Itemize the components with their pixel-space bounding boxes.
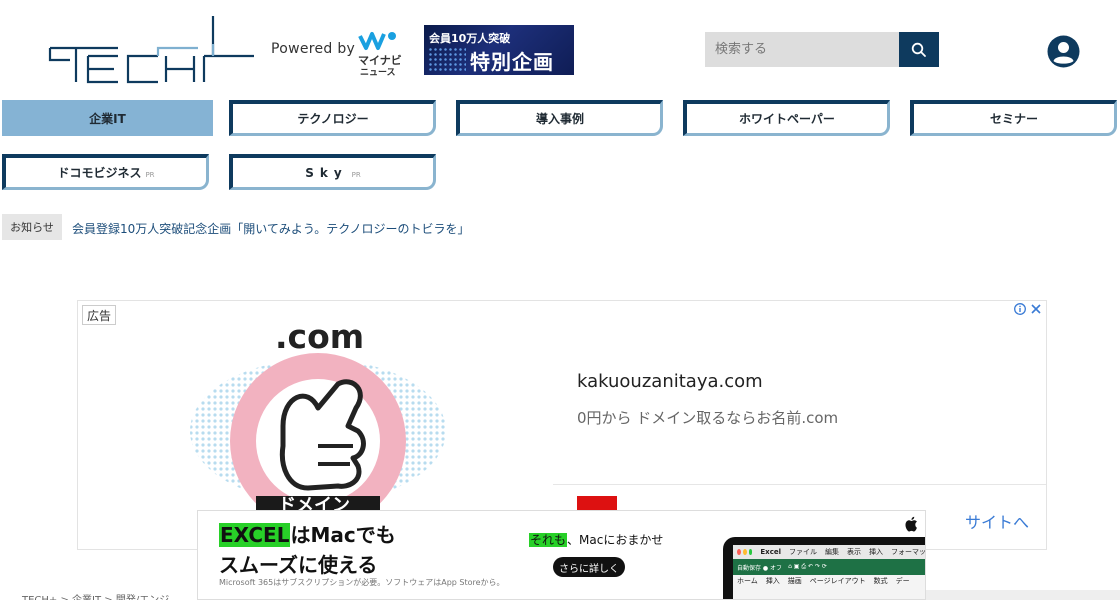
autosave-text: 自動保存 ● オフ — [737, 564, 783, 572]
menu-item: フォーマット — [890, 548, 926, 556]
search-icon — [911, 42, 926, 57]
ribbon-tab: 挿入 — [765, 577, 780, 585]
banner-pattern — [428, 47, 466, 71]
special-campaign-banner[interactable]: 会員10万人突破 特別企画 — [424, 25, 574, 75]
ad2-headline: EXCELはMacでも — [219, 523, 396, 547]
excel-mac-ad[interactable]: EXCELはMacでも スムーズに使える Microsoft 365はサブスクリ… — [197, 510, 926, 600]
ad2-tagline: それも、Macにおまかせ — [529, 531, 663, 548]
ad-label: 広告 — [82, 305, 117, 325]
mynavi-news-logo[interactable]: マイナビ ニュース — [356, 26, 402, 78]
excel-ribbon: ホーム 挿入 描画 ページレイアウト 数式 デー — [733, 575, 925, 587]
mac-menu-bar: Excel ファイル 編集 表示 挿入 フォーマット — [733, 545, 926, 559]
banner-line1: 会員10万人突破 — [429, 32, 511, 45]
sidebar-edge — [926, 590, 1120, 600]
nav-tab-seminars[interactable]: セミナー — [910, 100, 1117, 136]
ad-choices[interactable] — [1014, 303, 1042, 315]
toolbar-icons: ⌂ ▣ ⎙ ↶ ↷ ⟳ — [788, 563, 827, 570]
tech-plus-logo[interactable] — [48, 16, 258, 84]
nav-tab-sky[interactable]: Sky PR — [229, 154, 436, 190]
banner-line2: 特別企画 — [470, 50, 554, 74]
pr-badge: PR — [351, 170, 361, 179]
ad-visit-site-link[interactable]: サイトへ — [965, 509, 1029, 533]
news-text: ニュース — [360, 68, 396, 78]
notice-link[interactable]: 会員登録10万人突破記念企画「開いてみよう。テクノロジーのトビラを」 — [72, 220, 469, 237]
nav-label: ホワイトペーパー — [739, 112, 835, 126]
minimize-dot — [742, 549, 747, 555]
nav-tab-enterprise-it[interactable]: 企業IT — [2, 100, 213, 136]
nav-label: 導入事例 — [535, 112, 584, 126]
close-dot — [737, 549, 741, 555]
menu-item: ファイル — [788, 548, 817, 556]
menu-item: 編集 — [824, 548, 839, 556]
menu-item: 表示 — [846, 548, 861, 556]
nav-label: テクノロジー — [297, 112, 369, 126]
ribbon-tab: 描画 — [787, 577, 802, 585]
mynavi-mark-icon — [358, 32, 396, 50]
excel-toolbar: 自動保存 ● オフ ⌂ ▣ ⎙ ↶ ↷ ⟳ — [733, 559, 925, 575]
zoom-dot — [748, 549, 753, 555]
menu-item: 挿入 — [868, 548, 883, 556]
ribbon-tab: ページレイアウト — [809, 577, 866, 585]
nav-tab-white-papers[interactable]: ホワイトペーパー — [683, 100, 890, 136]
user-account-icon[interactable] — [1047, 35, 1080, 68]
laptop-screenshot: Excel ファイル 編集 表示 挿入 フォーマット 自動保存 ● オフ ⌂ ▣… — [723, 537, 926, 599]
ad2-tagline-highlight: それも — [529, 533, 568, 547]
nav-tab-technology[interactable]: テクノロジー — [229, 100, 436, 136]
ad2-learn-more-button[interactable]: さらに詳しく — [553, 557, 625, 577]
ad-description: 0円から ドメイン取るならお名前.com — [577, 409, 839, 427]
notice-label: お知らせ — [2, 214, 62, 240]
search-box — [705, 32, 899, 67]
ribbon-tab: ホーム — [737, 577, 758, 585]
ad2-fineprint: Microsoft 365はサブスクリプションが必要。ソフトウェアはApp St… — [219, 578, 505, 587]
info-icon[interactable] — [1014, 303, 1026, 315]
ad-dotcom-text: .com — [275, 317, 365, 356]
ad-domain-text: kakuouzanitaya.com — [577, 371, 763, 392]
search-button[interactable] — [899, 32, 939, 67]
ad2-headline-rest: はMacでも — [290, 523, 396, 547]
excel-window: Excel ファイル 編集 表示 挿入 フォーマット 自動保存 ● オフ ⌂ ▣… — [733, 545, 926, 599]
pr-badge: PR — [145, 170, 155, 179]
ribbon-tab: デー — [895, 577, 910, 585]
ad2-headline2: スムーズに使える — [219, 553, 378, 577]
ad2-tagline-rest: 、Macにおまかせ — [567, 533, 664, 547]
ad2-headline-highlight: EXCEL — [219, 523, 291, 547]
ribbon-tab: 数式 — [873, 577, 888, 585]
apple-logo-icon — [905, 516, 917, 532]
nav-tab-docomo-business[interactable]: ドコモビジネス PR — [2, 154, 209, 190]
powered-by-text: Powered by — [271, 41, 356, 57]
nav-label: Sky — [305, 165, 348, 180]
nav-tab-case-studies[interactable]: 導入事例 — [456, 100, 663, 136]
breadcrumb[interactable]: TECH+ > 企業IT > 開発/エンジ — [22, 591, 169, 600]
nav-label: ドコモビジネス — [57, 166, 142, 180]
search-input[interactable] — [705, 32, 899, 67]
menu-item: Excel — [760, 548, 781, 556]
page: Powered by マイナビ ニュース 会員10万人突破 特別企画 企業IT … — [0, 0, 1120, 600]
nav-label: セミナー — [989, 112, 1038, 126]
close-icon[interactable] — [1030, 303, 1042, 315]
ad-divider — [553, 484, 1046, 485]
nav-label: 企業IT — [89, 111, 126, 126]
